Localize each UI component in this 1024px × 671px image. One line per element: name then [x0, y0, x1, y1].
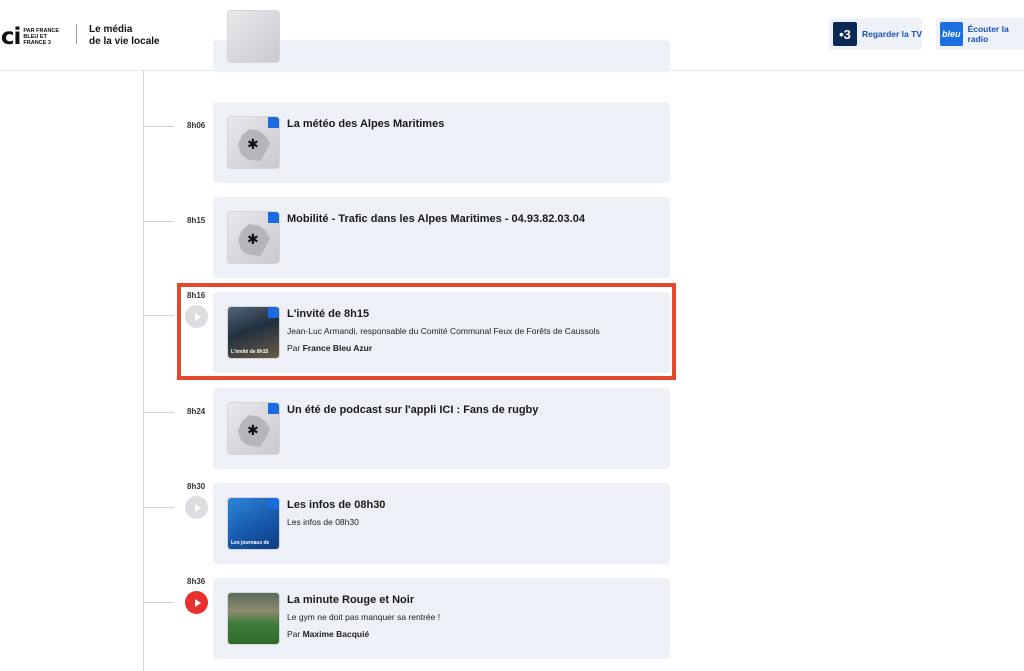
program-card[interactable]: ✱ Mobilité - Trafic dans les Alpes Marit… [213, 197, 670, 278]
play-icon [194, 503, 201, 512]
program-card[interactable]: ✱ Un été de podcast sur l'appli ICI : Fa… [213, 388, 670, 469]
program-time: 8h30 [187, 482, 206, 491]
timeline-tick [144, 221, 174, 222]
program-thumbnail [227, 592, 280, 645]
program-thumbnail: ✱ [227, 116, 280, 169]
program-time: 8h06 [187, 121, 206, 130]
logo-subtitle: PAR FRANCE BLEU ET FRANCE 3 [23, 28, 60, 46]
program-thumbnail: ✱ [227, 211, 280, 264]
author-prefix: Par [287, 629, 303, 639]
tagline: Le média de la vie locale [89, 24, 160, 48]
play-button[interactable] [185, 496, 208, 519]
listen-radio-button[interactable]: bleu Écouter la radio [936, 18, 1024, 50]
program-thumbnail: ✱ [227, 402, 280, 455]
tagline-line-1: Le média [89, 24, 133, 35]
program-time: 8h24 [187, 407, 206, 416]
program-card[interactable]: ✱ La météo des Alpes Maritimes [213, 102, 670, 183]
location-pin-icon: ✱ [247, 422, 259, 438]
play-button-active[interactable] [185, 591, 208, 614]
timeline-tick [144, 315, 174, 316]
thumbnail-caption: Les journaux de [231, 540, 270, 546]
logo-wordmark: ici [0, 24, 21, 50]
program-author: Par Maxime Bacquié [287, 629, 369, 639]
program-title[interactable]: Les infos de 08h30 [287, 499, 385, 511]
program-title[interactable]: Un été de podcast sur l'appli ICI : Fans… [287, 404, 538, 416]
listen-radio-label: Écouter la radio [967, 24, 1009, 44]
highlight-box [177, 283, 676, 380]
program-description: Les infos de 08h30 [287, 517, 359, 527]
program-title[interactable]: Mobilité - Trafic dans les Alpes Maritim… [287, 213, 585, 225]
program-card-partial[interactable] [213, 10, 670, 72]
francebleu-badge-icon [268, 212, 279, 223]
timeline-tick [144, 602, 174, 603]
program-title[interactable]: La météo des Alpes Maritimes [287, 118, 444, 130]
timeline-tick [144, 507, 174, 508]
watch-tv-label: Regarder la TV [862, 29, 922, 39]
play-icon [194, 598, 201, 607]
ici-logo[interactable]: ici PAR FRANCE BLEU ET FRANCE 3 [0, 25, 68, 49]
francebleu-badge-icon [268, 117, 279, 128]
francebleu-badge-icon [268, 403, 279, 414]
program-card[interactable]: La minute Rouge et Noir Le gym ne doit p… [213, 578, 670, 659]
timeline-tick [144, 412, 174, 413]
timeline-line [143, 70, 144, 671]
francebleu-icon: bleu [940, 22, 963, 46]
program-title[interactable]: La minute Rouge et Noir [287, 594, 414, 606]
location-pin-icon: ✱ [247, 136, 259, 152]
program-thumbnail [227, 10, 280, 63]
location-pin-icon: ✱ [247, 231, 259, 247]
timeline-tick [144, 126, 174, 127]
program-description: Le gym ne doit pas manquer sa rentrée ! [287, 612, 441, 622]
france3-icon: •3 [833, 22, 857, 46]
tagline-line-2: de la vie locale [89, 36, 160, 47]
author-name[interactable]: Maxime Bacquié [303, 629, 370, 639]
program-time: 8h36 [187, 577, 206, 586]
program-thumbnail: Les journaux de [227, 497, 280, 550]
program-card[interactable]: Les journaux de Les infos de 08h30 Les i… [213, 483, 670, 564]
program-time: 8h15 [187, 216, 206, 225]
watch-tv-button[interactable]: •3 Regarder la TV [829, 18, 922, 50]
francebleu-badge-icon [268, 498, 279, 509]
header-divider [76, 24, 77, 44]
